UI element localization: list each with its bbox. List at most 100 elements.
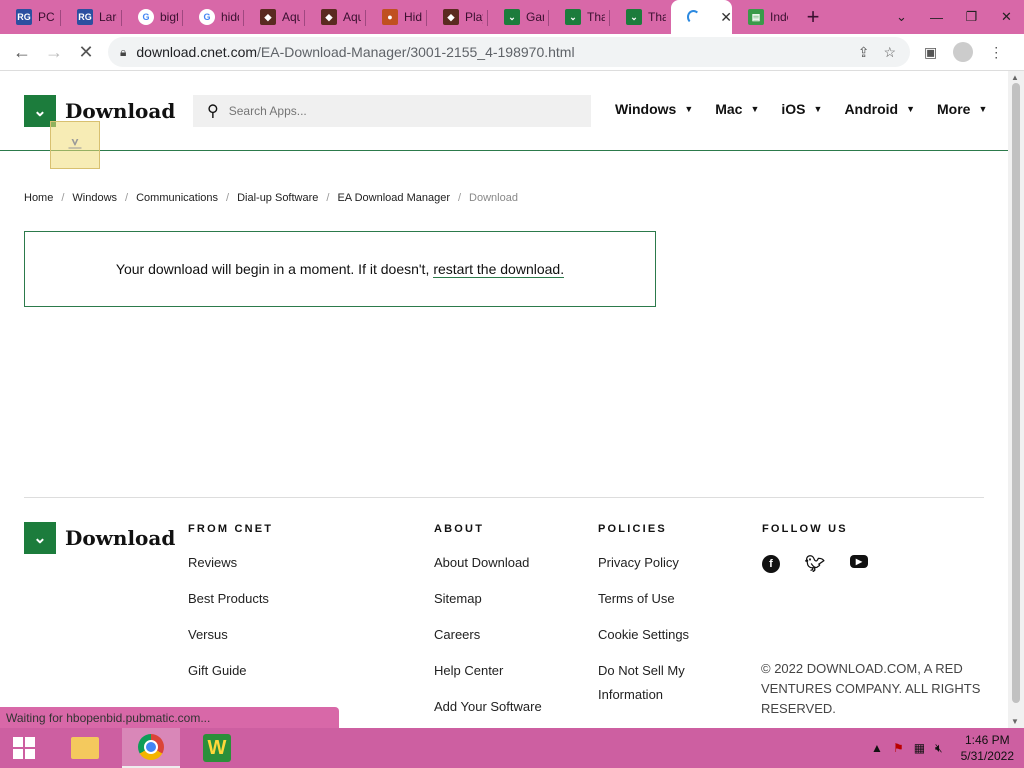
minimize-icon[interactable]: — xyxy=(919,10,954,25)
tab[interactable]: ● Hid xyxy=(366,0,427,34)
nav-mac[interactable]: Mac ▼ xyxy=(715,101,759,117)
nav-android[interactable]: Android ▼ xyxy=(844,101,915,117)
url-path: /EA-Download-Manager/3001-2155_4-198970.… xyxy=(257,44,575,60)
volume-muted-icon[interactable]: 🔇︎ xyxy=(935,741,943,756)
tab[interactable]: RG PC xyxy=(0,0,61,34)
image-icon: ▤ xyxy=(748,9,764,25)
scroll-up-icon[interactable]: ▲ xyxy=(1011,73,1019,82)
network-icon[interactable]: ▦ xyxy=(914,741,925,755)
bookmark-star-icon[interactable]: ☆ xyxy=(883,44,896,61)
tab-title: Inde xyxy=(770,10,788,24)
close-window-icon[interactable]: ✕ xyxy=(989,9,1024,25)
restore-icon[interactable]: ❐ xyxy=(954,9,989,25)
tab[interactable]: ◆ Play xyxy=(427,0,488,34)
nav-more[interactable]: More ▼ xyxy=(937,101,987,117)
twitter-icon[interactable]: 🐦︎ xyxy=(805,555,825,573)
chrome-icon[interactable] xyxy=(122,728,180,768)
nav-label: Android xyxy=(844,101,899,117)
footer-logo[interactable]: ⌄ Download xyxy=(24,522,175,554)
caret-down-icon: ▼ xyxy=(750,104,760,114)
tab[interactable]: ⌄ Tha xyxy=(610,0,671,34)
breadcrumb-windows[interactable]: Windows xyxy=(72,192,117,204)
tab[interactable]: RG Larg xyxy=(61,0,122,34)
tab-title: Aqu xyxy=(343,10,361,24)
clock-time: 1:46 PM xyxy=(964,733,1010,747)
window-controls: ⌄ — ❐ ✕ xyxy=(884,0,1024,34)
tab[interactable]: Gbigfi xyxy=(122,0,183,34)
tab-title: Gan xyxy=(526,10,544,24)
footer-col-from-cnet: FROM CNET Reviews Best Products Versus G… xyxy=(188,523,273,699)
download-overlay-icon[interactable]: ⩡ xyxy=(50,121,100,169)
footer-link[interactable]: Do Not Sell My Information xyxy=(598,659,718,707)
breadcrumb: Home / Windows / Communications / Dial-up S… xyxy=(24,192,518,204)
side-panel-icon[interactable]: ▣ xyxy=(924,44,937,61)
footer-link[interactable]: Gift Guide xyxy=(188,663,273,679)
profile-avatar-icon[interactable] xyxy=(953,42,974,62)
tab-title: Aqu xyxy=(282,10,300,24)
page: ⌄ Download ⚲ Windows ▼ Mac ▼ iOS ▼ Android ▼… xyxy=(0,71,1008,728)
nav-ios[interactable]: iOS ▼ xyxy=(781,101,822,117)
file-explorer-icon[interactable] xyxy=(56,728,114,768)
scrollbar-thumb[interactable] xyxy=(1012,83,1020,703)
breadcrumb-app[interactable]: EA Download Manager xyxy=(337,192,450,204)
flag-alert-icon[interactable]: ⚑ xyxy=(893,741,904,755)
game-icon: ● xyxy=(382,9,398,25)
tab[interactable]: ⌄ Tha xyxy=(549,0,610,34)
tab[interactable]: ◆ Aqu xyxy=(244,0,305,34)
footer-link[interactable]: Terms of Use xyxy=(598,591,718,607)
breadcrumb-dialup[interactable]: Dial-up Software xyxy=(237,192,318,204)
tab[interactable]: ⌄ Gan xyxy=(488,0,549,34)
tab[interactable]: ▤ Inde xyxy=(732,0,793,34)
caret-down-icon: ▼ xyxy=(813,104,823,114)
tab[interactable]: Ghidd xyxy=(183,0,244,34)
nav-label: Mac xyxy=(715,101,743,117)
caret-down-icon: ▼ xyxy=(906,104,916,114)
tab-search-icon[interactable]: ⌄ xyxy=(884,9,919,25)
footer-link[interactable]: Sitemap xyxy=(434,591,542,607)
footer-link[interactable]: Privacy Policy xyxy=(598,555,718,571)
rg-icon: RG xyxy=(16,9,32,25)
footer-link[interactable]: Add Your Software xyxy=(434,699,542,715)
footer-link[interactable]: Cookie Settings xyxy=(598,627,718,643)
address-bar[interactable]: 🔒︎ download.cnet.com/EA-Download-Manager… xyxy=(108,37,910,67)
tab-title: Tha xyxy=(587,10,605,24)
footer-link[interactable]: Help Center xyxy=(434,663,542,679)
search-input[interactable] xyxy=(228,104,569,118)
tab-title: Play xyxy=(465,10,483,24)
back-icon[interactable]: ← xyxy=(6,36,38,68)
scroll-down-icon[interactable]: ▼ xyxy=(1011,717,1019,726)
stop-icon[interactable]: ✕ xyxy=(70,36,102,68)
footer-link[interactable]: Careers xyxy=(434,627,542,643)
nav-label: iOS xyxy=(781,101,806,117)
share-icon[interactable]: ⇪ xyxy=(858,44,870,61)
footer-link[interactable]: Reviews xyxy=(188,555,273,571)
breadcrumb-home[interactable]: Home xyxy=(24,192,53,204)
site-header: ⌄ Download ⚲ Windows▼ Mac▼ iOS▼ Android▼… xyxy=(0,71,1008,169)
download-icon: ⌄ xyxy=(504,9,520,25)
wordweb-icon[interactable]: W xyxy=(188,728,246,768)
tab-title: Hid xyxy=(404,10,422,24)
tab-active[interactable]: ✕ xyxy=(671,0,732,34)
clock[interactable]: 1:46 PM 5/31/2022 xyxy=(961,732,1014,764)
forward-icon[interactable]: → xyxy=(38,36,70,68)
footer-link[interactable]: About Download xyxy=(434,555,542,571)
menu-kebab-icon[interactable]: ⋮ xyxy=(989,44,1003,61)
youtube-icon[interactable]: ▶ xyxy=(850,555,868,568)
clock-date: 5/31/2022 xyxy=(960,749,1014,763)
breadcrumb-communications[interactable]: Communications xyxy=(136,192,218,204)
start-button[interactable] xyxy=(0,728,48,768)
footer-divider xyxy=(24,497,984,498)
nav-windows[interactable]: Windows ▼ xyxy=(615,101,693,117)
game-icon: ◆ xyxy=(260,9,276,25)
tab[interactable]: ◆ Aqu xyxy=(305,0,366,34)
restart-download-link[interactable]: restart the download. xyxy=(433,261,565,278)
footer-link[interactable]: Versus xyxy=(188,627,273,643)
facebook-icon[interactable]: f xyxy=(762,555,780,573)
footer-link[interactable]: Best Products xyxy=(188,591,273,607)
breadcrumb-current: Download xyxy=(469,192,518,204)
page-scrollbar[interactable]: ▲ ▼ xyxy=(1008,71,1024,728)
tray-overflow-icon[interactable]: ▲ xyxy=(871,741,883,755)
close-icon[interactable]: ✕ xyxy=(720,9,732,26)
new-tab-button[interactable]: + xyxy=(793,0,833,34)
search-box: ⚲ xyxy=(193,95,591,127)
